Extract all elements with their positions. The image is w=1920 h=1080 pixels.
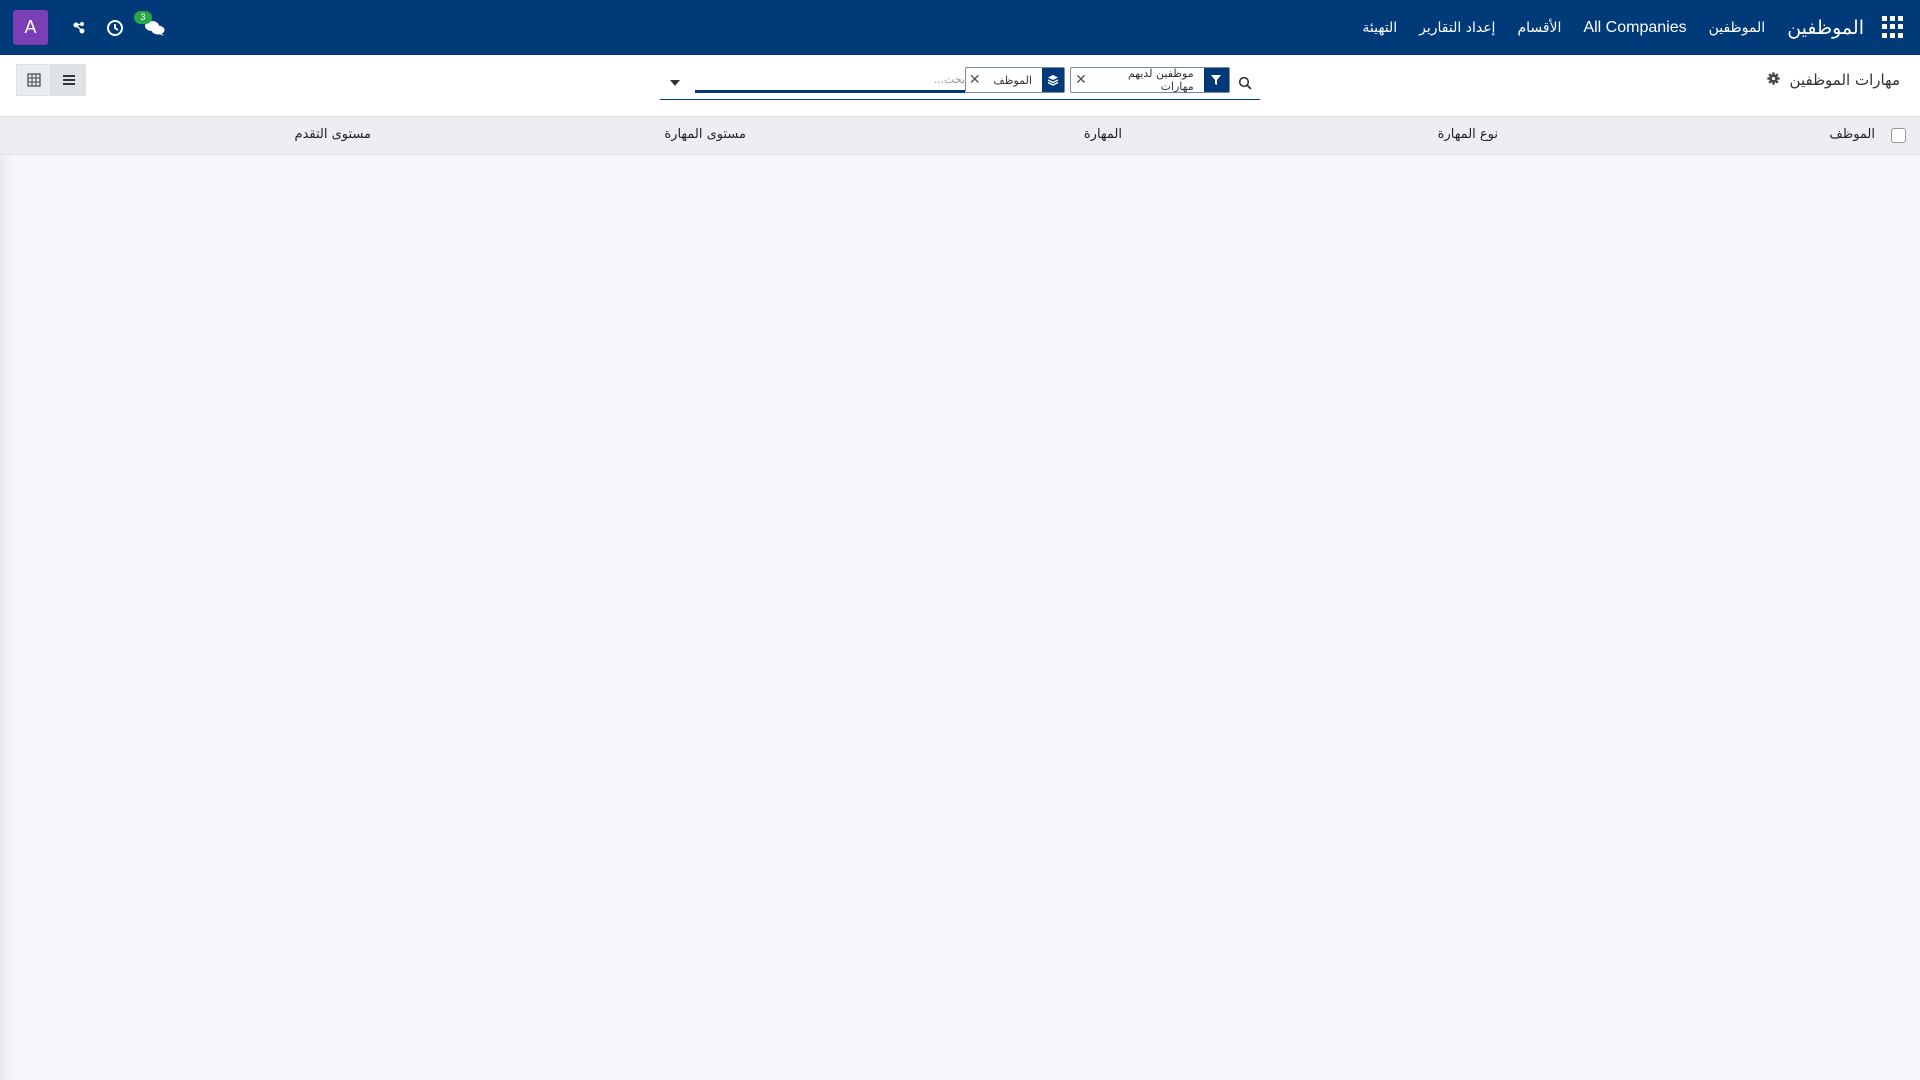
groupby-facet[interactable]: الموظف ✕ bbox=[965, 67, 1065, 93]
menu-employees[interactable]: الموظفين bbox=[1709, 20, 1766, 36]
menu-departments[interactable]: الأقسام bbox=[1517, 20, 1561, 36]
filter-icon bbox=[1203, 68, 1229, 92]
chat-badge: 3 bbox=[134, 10, 152, 24]
column-skill-level[interactable]: مستوى المهارة bbox=[664, 127, 746, 142]
content-edge bbox=[0, 155, 14, 1080]
chevron-down-icon[interactable] bbox=[665, 73, 685, 93]
main-menu: الموظفين الموظفين All Companies الأقسام … bbox=[1340, 0, 1864, 55]
close-icon[interactable]: ✕ bbox=[1071, 68, 1091, 92]
gear-icon[interactable] bbox=[1766, 71, 1780, 89]
list-view-icon[interactable] bbox=[51, 64, 86, 96]
grid-view-icon[interactable] bbox=[16, 64, 51, 96]
menu-companies[interactable]: All Companies bbox=[1583, 19, 1686, 37]
column-skill-type[interactable]: نوع المهارة bbox=[1438, 127, 1498, 142]
chat-icon[interactable]: 3 bbox=[134, 10, 170, 39]
table-header: الموظف نوع المهارة المهارة مستوى المهارة… bbox=[0, 117, 1920, 155]
breadcrumb: مهارات الموظفين bbox=[1766, 71, 1900, 89]
search-bar: موظفين لديهم مهارات ✕ الموظف ✕ bbox=[660, 65, 1260, 100]
view-switcher bbox=[16, 64, 86, 96]
apps-grid-icon[interactable] bbox=[1882, 16, 1904, 38]
page-title: مهارات الموظفين bbox=[1789, 71, 1900, 89]
column-employee[interactable]: الموظف bbox=[1829, 127, 1875, 142]
menu-configuration[interactable]: التهيئة bbox=[1362, 20, 1397, 36]
clock-icon[interactable] bbox=[104, 17, 126, 39]
app-brand[interactable]: الموظفين bbox=[1787, 17, 1864, 39]
column-progress[interactable]: مستوى التقدم bbox=[295, 127, 371, 142]
user-avatar[interactable]: A bbox=[13, 10, 48, 45]
search-icon[interactable] bbox=[1230, 70, 1260, 96]
menu-reporting[interactable]: إعداد التقارير bbox=[1419, 20, 1495, 36]
control-panel: مهارات الموظفين موظفين لديهم مهارات ✕ ال… bbox=[0, 55, 1920, 117]
users-icon[interactable] bbox=[68, 17, 90, 39]
filter-facet[interactable]: موظفين لديهم مهارات ✕ bbox=[1070, 67, 1230, 93]
filter-facet-value: موظفين لديهم مهارات bbox=[1127, 67, 1194, 93]
layers-icon bbox=[1041, 68, 1064, 92]
top-navbar: الموظفين الموظفين All Companies الأقسام … bbox=[0, 0, 1920, 55]
close-icon[interactable]: ✕ bbox=[966, 68, 983, 92]
select-all-checkbox[interactable] bbox=[1891, 128, 1906, 143]
column-skill[interactable]: المهارة bbox=[1084, 127, 1122, 142]
groupby-facet-value: الموظف bbox=[993, 73, 1032, 87]
navbar-systray: A 3 bbox=[13, 9, 170, 46]
search-input[interactable] bbox=[695, 69, 965, 93]
